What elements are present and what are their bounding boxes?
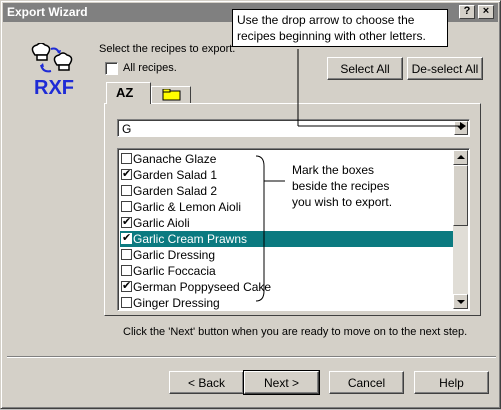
close-title-button[interactable]: × (478, 5, 494, 19)
combo-callout: Use the drop arrow to choose the recipes… (232, 9, 448, 47)
checkmark-icon: ✔ (122, 232, 132, 244)
recipe-checkbox[interactable] (121, 201, 132, 212)
recipe-list-item[interactable]: Garlic Foccacia (120, 263, 454, 279)
scroll-up-button[interactable] (453, 150, 468, 165)
export-wizard-window: Export Wizard ? × RXF Select the recipes… (0, 0, 501, 409)
recipe-list-scrollbar[interactable] (453, 150, 468, 309)
recipe-list-item[interactable]: Ginger Dressing (120, 295, 454, 310)
recipe-list-item[interactable]: Garlic Dressing (120, 247, 454, 263)
list-callout: Mark the boxes beside the recipes you wi… (292, 162, 392, 210)
recipe-list-item[interactable]: Ganache Glaze (120, 151, 454, 167)
recipe-name: Garlic & Lemon Aioli (133, 200, 242, 214)
combo-callout-line2: recipes beginning with other letters. (237, 29, 426, 43)
dropdown-arrow-button[interactable] (454, 121, 468, 135)
help-button[interactable]: Help (414, 371, 489, 394)
folder-icon (162, 89, 181, 101)
chef-hat-icon (31, 42, 73, 73)
recipe-list-item[interactable]: ✔ Garlic Aioli (120, 215, 454, 231)
recipe-name: German Poppyseed Cake (133, 280, 272, 294)
all-recipes-label[interactable]: All recipes. (123, 62, 177, 74)
logo-text: RXF (34, 77, 74, 99)
tab-category[interactable] (151, 86, 191, 103)
footer-note: Click the 'Next' button when you are rea… (123, 326, 468, 338)
next-button[interactable]: Next > (243, 370, 320, 395)
recipe-checkbox[interactable] (121, 185, 132, 196)
recipe-checkbox[interactable]: ✔ (121, 168, 132, 180)
recipe-checkbox[interactable] (121, 265, 132, 276)
cancel-button[interactable]: Cancel (329, 371, 404, 394)
scroll-thumb[interactable] (453, 165, 468, 226)
help-title-button[interactable]: ? (459, 5, 475, 19)
checkmark-icon: ✔ (122, 280, 132, 292)
recipe-name: Garlic Aioli (133, 216, 190, 230)
window-title: Export Wizard (7, 5, 88, 19)
all-recipes-checkbox[interactable] (105, 62, 118, 75)
checkmark-icon: ✔ (122, 168, 132, 180)
deselect-all-button[interactable]: De-select All (407, 57, 483, 80)
tab-alphabetical[interactable]: AZ (106, 82, 151, 104)
recipe-list-item[interactable]: ✔ German Poppyseed Cake (120, 279, 454, 295)
recipe-checkbox[interactable] (121, 297, 132, 308)
recipe-name: Garden Salad 2 (133, 184, 218, 198)
recipe-checkbox[interactable]: ✔ (121, 216, 132, 228)
recipe-checkbox[interactable] (121, 153, 132, 164)
recipe-list-item[interactable]: ✔ Garlic Cream Prawns (120, 231, 454, 247)
recipe-name: Ginger Dressing (133, 296, 220, 310)
list-callout-line1: Mark the boxes (292, 163, 375, 177)
recipe-name: Garlic Cream Prawns (133, 232, 248, 246)
instruction-text: Select the recipes to export. (99, 43, 236, 55)
arrow-down-icon (457, 300, 465, 304)
recipe-list-item[interactable]: Garlic & Lemon Aioli (120, 199, 454, 215)
list-callout-line2: beside the recipes (292, 179, 390, 193)
recipe-list-item[interactable]: ✔ Garden Salad 1 (120, 167, 454, 183)
checkmark-icon: ✔ (122, 216, 132, 228)
recipe-name: Ganache Glaze (133, 152, 217, 166)
recipe-name: Garlic Dressing (133, 248, 216, 262)
az-sort-icon: AZ (116, 85, 134, 100)
chevron-down-icon (457, 126, 465, 130)
combo-callout-line1: Use the drop arrow to choose the (237, 13, 415, 27)
footer-divider (7, 356, 496, 358)
recipe-name: Garlic Foccacia (133, 264, 216, 278)
arrow-up-icon (457, 155, 465, 159)
recipe-name: Garden Salad 1 (133, 168, 218, 182)
letter-combo[interactable]: G (117, 119, 470, 137)
list-callout-line3: you wish to export. (292, 195, 393, 209)
recipe-checkbox[interactable] (121, 249, 132, 260)
recipe-checkbox[interactable]: ✔ (121, 280, 132, 292)
back-button[interactable]: < Back (169, 371, 244, 394)
scroll-down-button[interactable] (453, 294, 468, 309)
select-all-button[interactable]: Select All (327, 57, 403, 80)
rxf-logo: RXF (27, 42, 81, 103)
recipe-list-item[interactable]: Garden Salad 2 (120, 183, 454, 199)
combo-value: G (122, 122, 132, 136)
recipe-checkbox[interactable]: ✔ (121, 232, 132, 244)
